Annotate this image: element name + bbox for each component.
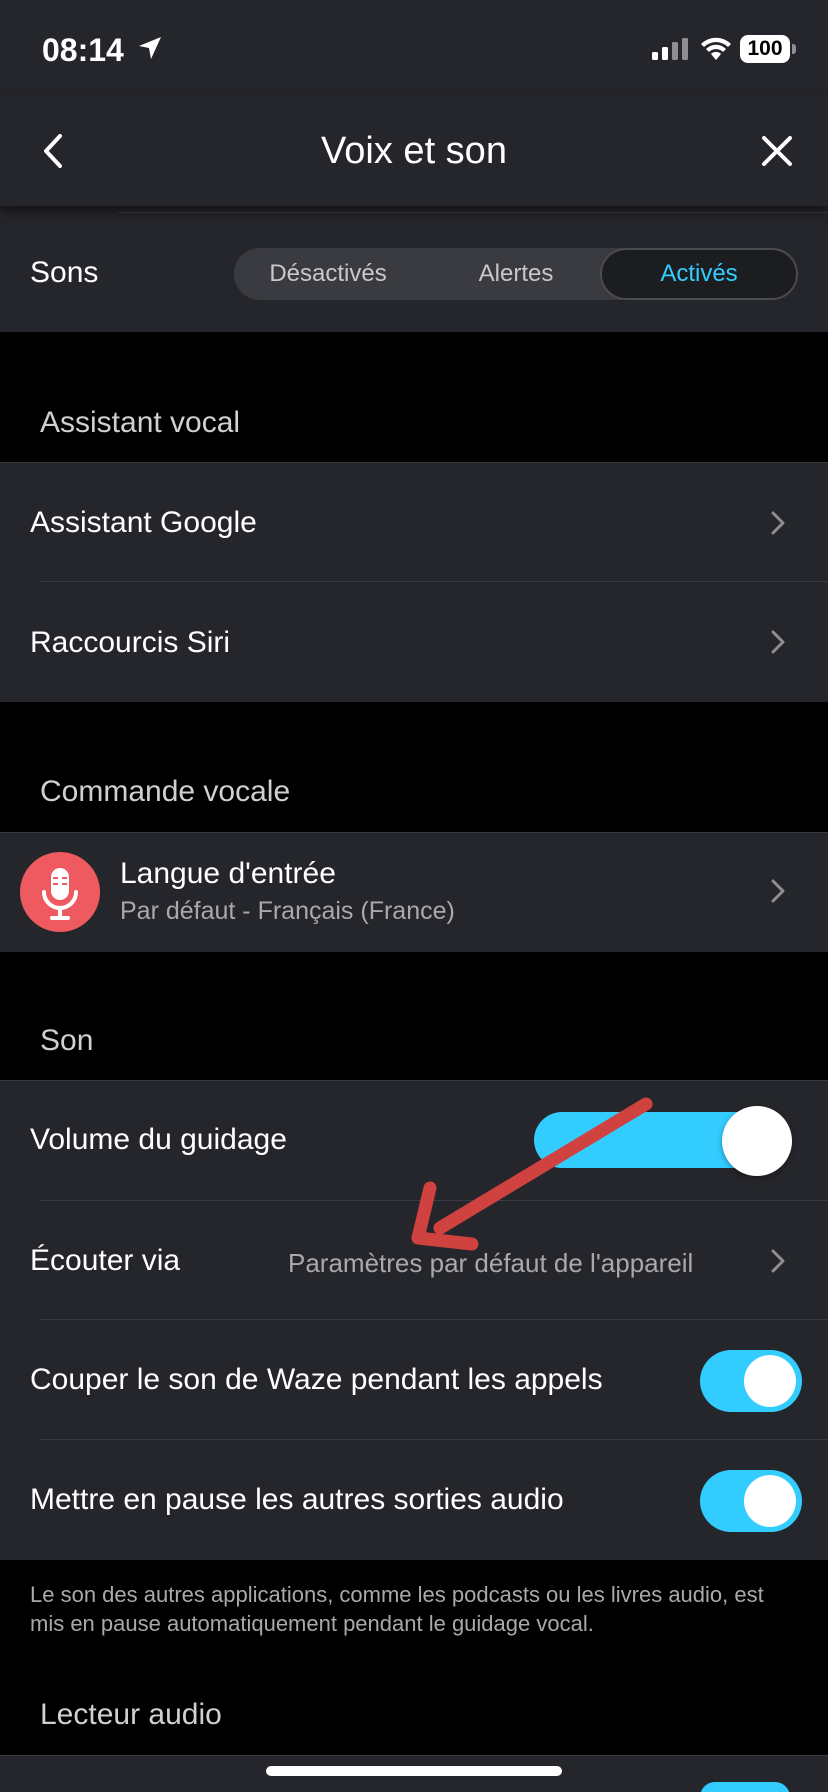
annotation-arrow-icon <box>411 1097 653 1251</box>
close-icon[interactable] <box>752 126 802 176</box>
page-title: Voix et son <box>321 130 507 172</box>
home-indicator[interactable] <box>266 1766 562 1776</box>
nav-header: Voix et son <box>0 96 828 206</box>
